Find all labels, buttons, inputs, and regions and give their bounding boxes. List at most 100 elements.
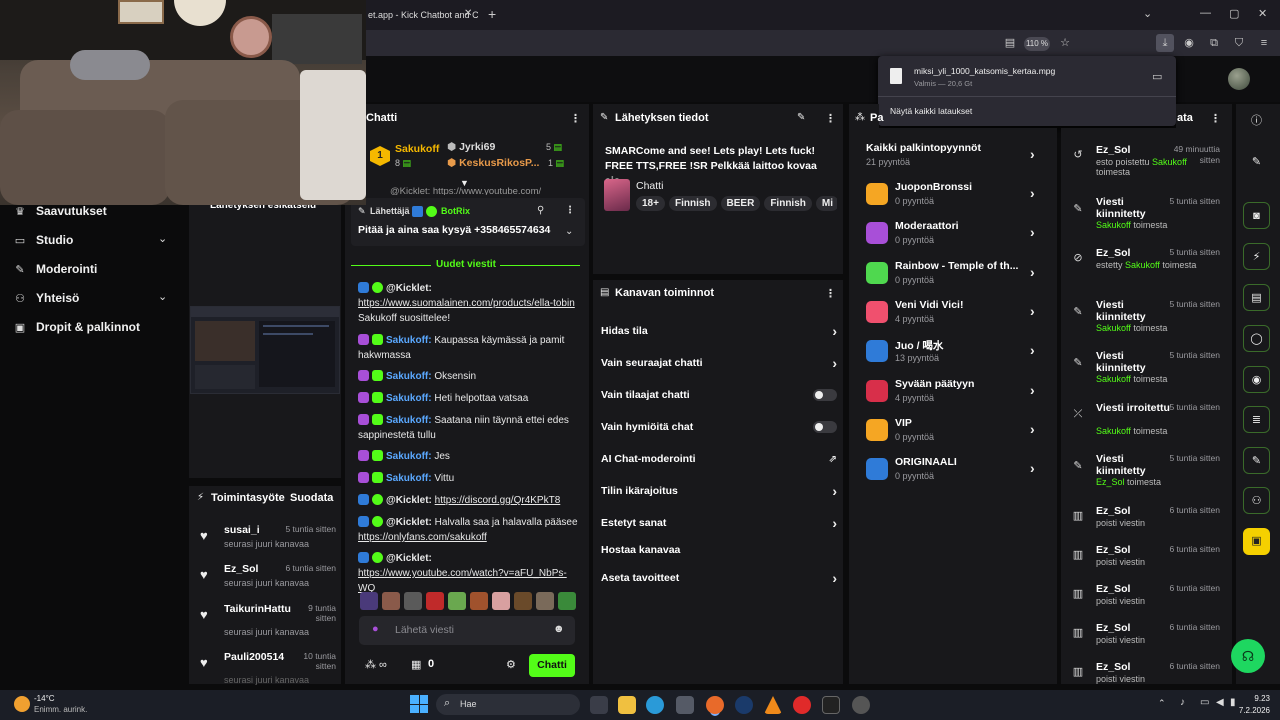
- extensions-icon[interactable]: ⧉: [1207, 36, 1221, 50]
- action-host-channel[interactable]: Hostaa kanavaa: [601, 541, 837, 559]
- log-user[interactable]: Sakukoff: [1125, 260, 1160, 270]
- reward-item[interactable]: ORIGINAALI 0 pyyntöä ›: [866, 456, 1046, 488]
- store-icon[interactable]: [676, 696, 694, 714]
- chat-link[interactable]: https://www.suomalainen.com/products/ell…: [358, 298, 575, 309]
- edit-icon[interactable]: ✎: [797, 112, 805, 123]
- downloads-icon[interactable]: ⤓: [1156, 34, 1174, 52]
- reward-item[interactable]: Veni Vidi Vici! 4 pyyntöä ›: [866, 299, 1046, 331]
- subscribers-only-toggle[interactable]: [813, 389, 837, 401]
- reader-view-icon[interactable]: ▤: [1003, 36, 1017, 50]
- weather-icon[interactable]: [14, 696, 30, 712]
- pin-toggle-icon[interactable]: ⚲: [537, 205, 544, 216]
- reward-item[interactable]: Syvään päätyyn 4 pyyntöä ›: [866, 378, 1046, 410]
- emote-icon[interactable]: [426, 592, 444, 610]
- settings-gear-icon[interactable]: ⚙: [506, 658, 516, 671]
- more-options-icon[interactable]: ⋮: [570, 112, 581, 125]
- chat-input[interactable]: Lähetä viesti: [395, 624, 454, 636]
- action-age-restriction[interactable]: Tilin ikärajoitus ›: [601, 482, 837, 500]
- edge-icon[interactable]: [646, 696, 664, 714]
- clock-date[interactable]: 7.2.2026: [1236, 706, 1270, 715]
- chat-link[interactable]: https://onlyfans.com/sakukoff: [358, 532, 487, 543]
- chat-username[interactable]: Sakukoff:: [386, 393, 432, 404]
- chat-link[interactable]: https://discord.gg/Qr4KPkT8: [435, 495, 561, 506]
- emote-icon[interactable]: [536, 592, 554, 610]
- action-ai-moderation[interactable]: AI Chat-moderointi ⇗: [601, 450, 837, 468]
- terminal-icon[interactable]: [822, 696, 840, 714]
- follower-name[interactable]: Ez_Sol: [224, 563, 258, 575]
- log-user[interactable]: Ez_Sol: [1096, 477, 1125, 487]
- close-window-icon[interactable]: ✕: [1258, 7, 1267, 20]
- chat-bubble-icon[interactable]: ◯: [1243, 325, 1270, 352]
- emote-icon[interactable]: [360, 592, 378, 610]
- emote-icon[interactable]: [470, 592, 488, 610]
- leaderboard-name[interactable]: Sakukoff: [395, 143, 439, 155]
- tray-expand-icon[interactable]: ⌃: [1158, 698, 1166, 709]
- send-chat-button[interactable]: Chatti: [529, 654, 575, 677]
- follower-name[interactable]: TaikurinHattu: [224, 603, 291, 615]
- shield-icon[interactable]: ⛉: [1232, 36, 1246, 50]
- user-avatar[interactable]: [1228, 68, 1250, 90]
- close-tab-icon[interactable]: ✕: [464, 8, 472, 19]
- follower-name[interactable]: susai_i: [224, 524, 260, 536]
- log-user[interactable]: Sakukoff: [1096, 220, 1131, 230]
- chat-username[interactable]: @Kicklet:: [386, 517, 432, 528]
- emote-icon[interactable]: [448, 592, 466, 610]
- firefox-icon[interactable]: [706, 696, 724, 714]
- support-button[interactable]: ☊: [1231, 639, 1265, 673]
- info-icon[interactable]: ⓘ: [1243, 108, 1270, 135]
- zoom-level[interactable]: 110 %: [1024, 37, 1050, 51]
- document-icon[interactable]: ▤: [1243, 284, 1270, 311]
- chevron-down-icon[interactable]: ⌄: [158, 290, 167, 303]
- opera-icon[interactable]: [793, 696, 811, 714]
- leaderboard-entry[interactable]: ⬢ Jyrki69: [447, 141, 495, 153]
- edit-layout-icon[interactable]: ✎: [1243, 149, 1270, 176]
- account-icon[interactable]: ◉: [1182, 36, 1196, 50]
- log-user[interactable]: Sakukoff: [1096, 323, 1131, 333]
- stream-preview-video[interactable]: [190, 306, 340, 394]
- emoji-icon[interactable]: ☻: [553, 623, 565, 635]
- download-filename[interactable]: miksi_yli_1000_katsomis_kertaa.mpg: [914, 66, 1055, 76]
- all-reward-requests[interactable]: Kaikki palkintopyynnöt 21 pyyntöä ›: [866, 142, 1046, 174]
- menu-icon[interactable]: ≡: [1257, 36, 1271, 50]
- obs-icon[interactable]: [852, 696, 870, 714]
- chat-link[interactable]: https://www.youtube.com/watch?v=aFU_NbPs…: [358, 568, 567, 594]
- emote-icon[interactable]: [492, 592, 510, 610]
- mic-icon[interactable]: ●: [372, 623, 379, 635]
- reward-item[interactable]: JuoponBronssi 0 pyyntöä ›: [866, 181, 1046, 213]
- weather-temp[interactable]: -14°C: [34, 694, 55, 703]
- broadcast-icon[interactable]: ◉: [1243, 366, 1270, 393]
- microphone-icon[interactable]: ♪: [1180, 697, 1185, 708]
- action-followers-only[interactable]: Vain seuraajat chatti ›: [601, 354, 837, 372]
- points-icon[interactable]: ⁂ ∞: [365, 658, 387, 671]
- chat-username[interactable]: Sakukoff:: [386, 451, 432, 462]
- emote-icon[interactable]: [558, 592, 576, 610]
- emote-icon[interactable]: [514, 592, 532, 610]
- volume-icon[interactable]: ◀: [1216, 697, 1224, 708]
- chat-username[interactable]: Sakukoff:: [386, 415, 432, 426]
- lightning-icon[interactable]: ⚡: [1243, 243, 1270, 270]
- action-set-goals[interactable]: Aseta tavoitteet ›: [601, 569, 837, 587]
- log-user[interactable]: Sakukoff: [1152, 157, 1187, 167]
- browser-tab[interactable]: et.app - Kick Chatbot and C: [362, 6, 478, 24]
- network-icon[interactable]: ▭: [1200, 697, 1209, 708]
- show-all-downloads[interactable]: Näytä kaikki lataukset: [890, 106, 972, 116]
- emotes-only-toggle[interactable]: [813, 421, 837, 433]
- chat-username[interactable]: Sakukoff:: [386, 371, 432, 382]
- tag[interactable]: Finnish: [668, 196, 717, 211]
- nav-drops-rewards[interactable]: ▣ Dropit & palkinnot: [14, 318, 140, 336]
- tag[interactable]: 18+: [636, 196, 665, 211]
- pinned-options-icon[interactable]: ⋮: [565, 205, 575, 216]
- task-view-icon[interactable]: [590, 696, 608, 714]
- action-slow-mode[interactable]: Hidas tila ›: [601, 322, 837, 340]
- clock-time[interactable]: 9.23: [1248, 694, 1270, 703]
- tag[interactable]: Mi: [815, 196, 837, 211]
- follower-name[interactable]: Pauli200514: [224, 651, 284, 663]
- chat-username[interactable]: Sakukoff:: [386, 473, 432, 484]
- leaderboard-entry[interactable]: ⬢ KeskusRikosP...: [447, 157, 543, 169]
- tab-list-icon[interactable]: ⌄: [1143, 7, 1152, 20]
- action-blocked-words[interactable]: Estetyt sanat ›: [601, 514, 837, 532]
- tag[interactable]: Finnish: [764, 196, 812, 211]
- open-folder-icon[interactable]: ▭: [1152, 70, 1162, 83]
- nav-community[interactable]: ⚇ Yhteisö: [14, 289, 79, 307]
- nav-moderation[interactable]: ✎ Moderointi: [14, 260, 97, 278]
